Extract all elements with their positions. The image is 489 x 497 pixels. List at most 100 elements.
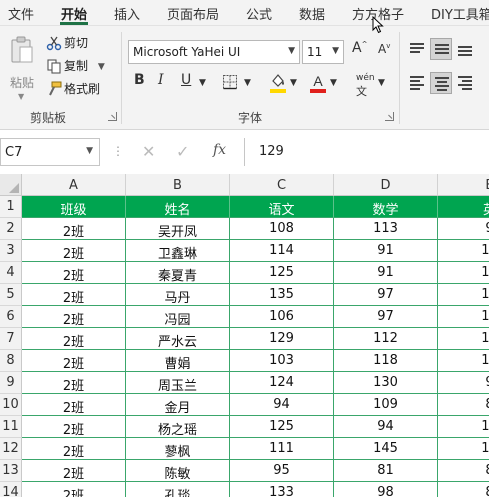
column-header-b[interactable]: B (126, 174, 230, 196)
format-painter-button[interactable]: 格式刷 (46, 80, 100, 100)
paste-button[interactable]: 粘贴 ▼ (6, 34, 38, 101)
column-header-d[interactable]: D (334, 174, 438, 196)
table-cell[interactable]: 94 (334, 416, 438, 438)
table-cell[interactable]: 2班 (22, 240, 126, 262)
chevron-down-icon[interactable]: ▼ (378, 78, 385, 100)
checkmark-icon[interactable]: ✓ (176, 142, 189, 161)
name-box[interactable]: C7 ▼ (0, 138, 100, 166)
header-cell[interactable]: 姓名 (126, 196, 230, 218)
row-header-4[interactable]: 4 (0, 262, 22, 284)
chevron-down-icon[interactable]: ▼ (199, 78, 206, 100)
table-cell[interactable]: 112 (334, 328, 438, 350)
tab-data[interactable]: 数据 (299, 4, 325, 23)
row-header-1[interactable]: 1 (0, 196, 22, 218)
chevron-down-icon[interactable]: ▼ (98, 62, 105, 72)
table-cell[interactable]: 周玉兰 (126, 372, 230, 394)
table-cell[interactable]: 81 (334, 460, 438, 482)
italic-button[interactable]: I (158, 72, 164, 94)
font-shrink-button[interactable]: Av (378, 42, 390, 56)
tab-file[interactable]: 文件 (8, 4, 34, 23)
fill-color-icon[interactable] (268, 72, 288, 94)
row-header-13[interactable]: 13 (0, 460, 22, 482)
table-cell[interactable]: 2班 (22, 438, 126, 460)
copy-button[interactable]: 复制 ▼ (46, 57, 105, 77)
table-cell[interactable]: 2班 (22, 350, 126, 372)
table-cell[interactable]: 2班 (22, 416, 126, 438)
table-cell[interactable]: 2班 (22, 394, 126, 416)
table-cell[interactable]: 94 (230, 394, 334, 416)
row-header-6[interactable]: 6 (0, 306, 22, 328)
underline-button[interactable]: U (181, 72, 191, 94)
table-cell[interactable]: 2班 (22, 460, 126, 482)
table-cell[interactable]: 杨之瑶 (126, 416, 230, 438)
table-cell[interactable]: 孔琰 (126, 482, 230, 497)
column-header-c[interactable]: C (230, 174, 334, 196)
font-grow-button[interactable]: A^ (352, 40, 367, 56)
table-cell[interactable]: 12 (438, 416, 489, 438)
header-cell[interactable]: 语文 (230, 196, 334, 218)
dialog-launcher-icon[interactable] (385, 112, 394, 121)
font-size-combo[interactable]: 11 ▼ (302, 40, 344, 64)
font-name-combo[interactable]: Microsoft YaHei UI ▼ (128, 40, 300, 64)
column-header-a[interactable]: A (22, 174, 126, 196)
worksheet-grid[interactable]: ABCDE1班级姓名语文数学英22班吴开凤108113932班卫鑫琳114911… (0, 174, 489, 497)
table-cell[interactable]: 曹娟 (126, 350, 230, 372)
table-cell[interactable]: 118 (334, 350, 438, 372)
table-cell[interactable]: 冯园 (126, 306, 230, 328)
row-header-10[interactable]: 10 (0, 394, 22, 416)
table-cell[interactable]: 2班 (22, 262, 126, 284)
row-header-9[interactable]: 9 (0, 372, 22, 394)
table-cell[interactable]: 97 (334, 306, 438, 328)
cancel-icon[interactable]: ✕ (142, 142, 155, 161)
table-cell[interactable]: 12 (438, 350, 489, 372)
table-cell[interactable]: 114 (230, 240, 334, 262)
tab-page-layout[interactable]: 页面布局 (167, 4, 219, 23)
align-right-button[interactable] (454, 72, 476, 94)
table-cell[interactable]: 2班 (22, 328, 126, 350)
table-cell[interactable]: 13 (438, 240, 489, 262)
table-cell[interactable]: 2班 (22, 482, 126, 497)
align-center-button[interactable] (430, 72, 452, 94)
table-cell[interactable]: 113 (334, 218, 438, 240)
table-cell[interactable]: 2班 (22, 218, 126, 240)
table-cell[interactable]: 124 (230, 372, 334, 394)
tab-insert[interactable]: 插入 (114, 4, 140, 23)
table-cell[interactable]: 91 (334, 262, 438, 284)
align-middle-button[interactable] (430, 38, 452, 60)
table-cell[interactable]: 125 (230, 262, 334, 284)
table-cell[interactable]: 108 (230, 218, 334, 240)
table-cell[interactable]: 8 (438, 482, 489, 497)
table-cell[interactable]: 129 (230, 328, 334, 350)
row-header-7[interactable]: 7 (0, 328, 22, 350)
header-cell[interactable]: 班级 (22, 196, 126, 218)
row-header-12[interactable]: 12 (0, 438, 22, 460)
table-cell[interactable]: 金月 (126, 394, 230, 416)
formula-input[interactable]: 129 (244, 138, 489, 166)
chevron-down-icon[interactable]: ▼ (290, 78, 297, 100)
table-cell[interactable]: 8 (438, 460, 489, 482)
align-bottom-button[interactable] (454, 38, 476, 60)
table-cell[interactable]: 145 (334, 438, 438, 460)
table-cell[interactable]: 12 (438, 306, 489, 328)
table-cell[interactable]: 9 (438, 372, 489, 394)
tab-formulas[interactable]: 公式 (246, 4, 272, 23)
table-cell[interactable]: 97 (334, 284, 438, 306)
row-header-5[interactable]: 5 (0, 284, 22, 306)
table-cell[interactable]: 2班 (22, 284, 126, 306)
table-cell[interactable]: 109 (334, 394, 438, 416)
table-cell[interactable]: 91 (334, 240, 438, 262)
table-cell[interactable]: 103 (230, 350, 334, 372)
table-cell[interactable]: 111 (230, 438, 334, 460)
table-cell[interactable]: 98 (334, 482, 438, 497)
table-cell[interactable]: 2班 (22, 372, 126, 394)
bold-button[interactable]: B (134, 72, 145, 94)
table-cell[interactable]: 125 (230, 416, 334, 438)
select-all-button[interactable] (0, 174, 22, 196)
table-cell[interactable]: 10 (438, 438, 489, 460)
phonetic-button[interactable]: wén (356, 73, 375, 83)
cut-button[interactable]: 剪切 (46, 34, 88, 54)
tab-diy-toolbox[interactable]: DIY工具箱 (431, 4, 489, 23)
insert-function-button[interactable]: fx (213, 142, 226, 158)
header-cell[interactable]: 数学 (334, 196, 438, 218)
table-cell[interactable]: 马丹 (126, 284, 230, 306)
